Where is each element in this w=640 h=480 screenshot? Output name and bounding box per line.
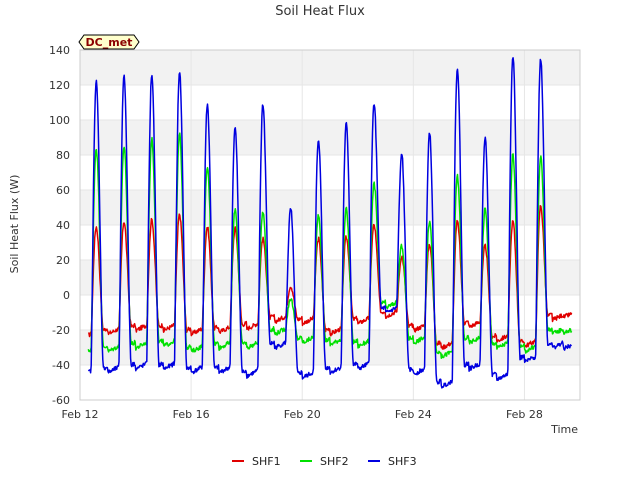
y-axis-label: Soil Heat Flux (W) [8,175,21,274]
legend-label-shf3: SHF3 [388,455,417,468]
y-tick-label: 20 [56,254,70,267]
y-tick-label: 100 [49,114,70,127]
legend-label-shf2: SHF2 [320,455,349,468]
site-badge-label: DC_met [86,36,133,49]
legend: SHF1 SHF2 SHF3 [232,455,417,468]
soil-heat-flux-chart: Soil Heat Flux -60 -40 -20 0 20 40 60 80 100 120 1… [8,4,581,468]
x-axis-label: Time [550,423,578,436]
grid-band [80,50,580,85]
site-badge: DC_met [78,34,140,50]
y-tick-label: 80 [56,149,70,162]
legend-label-shf1: SHF1 [252,455,281,468]
x-axis-ticks: Feb 12 Feb 16 Feb 20 Feb 24 Feb 28 [62,408,543,421]
x-tick-label: Feb 20 [284,408,321,421]
y-tick-label: 60 [56,184,70,197]
x-tick-label: Feb 24 [395,408,432,421]
y-tick-label: 140 [49,44,70,57]
x-tick-label: Feb 28 [506,408,543,421]
y-tick-label: -60 [52,394,70,407]
y-tick-label: 0 [63,289,70,302]
y-axis-ticks: -60 -40 -20 0 20 40 60 80 100 120 140 [49,44,70,407]
x-tick-label: Feb 16 [173,408,210,421]
x-tick-label: Feb 12 [62,408,99,421]
y-tick-label: -20 [52,324,70,337]
chart-title: Soil Heat Flux [275,4,365,19]
y-tick-label: 40 [56,219,70,232]
y-tick-label: -40 [52,359,70,372]
series-line-shf2 [87,132,573,359]
y-tick-label: 120 [49,79,70,92]
